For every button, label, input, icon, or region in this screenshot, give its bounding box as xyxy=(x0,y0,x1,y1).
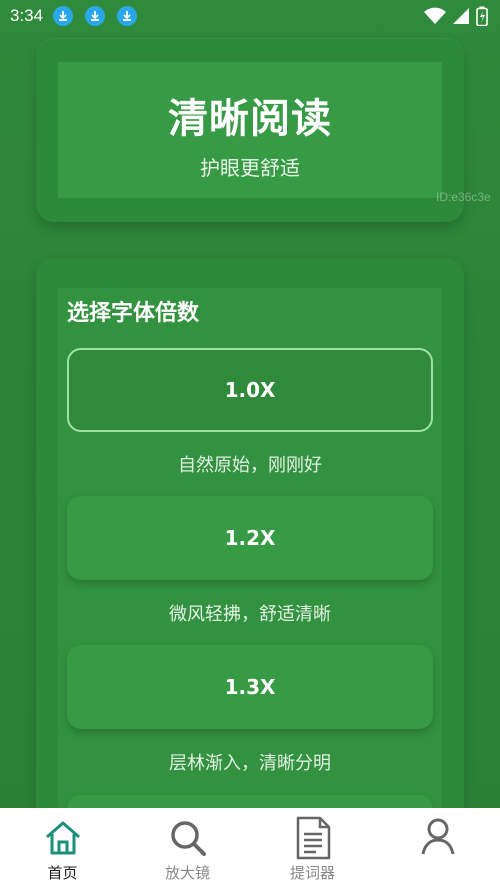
font-scale-option-1-2x[interactable]: 1.2X xyxy=(67,496,433,580)
bottom-nav: 首页 放大镜 提词器 xyxy=(0,808,500,889)
font-scale-option-1-3x[interactable]: 1.3X xyxy=(67,645,433,729)
cellular-signal-icon xyxy=(452,7,470,29)
profile-icon xyxy=(416,816,460,860)
font-scale-option-1-0x[interactable]: 1.0X xyxy=(67,348,433,432)
download-notification-icon xyxy=(117,6,138,26)
battery-icon xyxy=(476,6,488,30)
nav-item-teleprompter[interactable]: 提词器 xyxy=(250,808,375,889)
status-time: 3:34 xyxy=(10,6,44,25)
font-scale-option-description: 层林渐入，清晰分明 xyxy=(169,753,331,774)
status-indicators xyxy=(424,6,488,30)
watermark-id: ID:e36c3e xyxy=(436,190,491,204)
wifi-icon xyxy=(424,7,446,29)
nav-item-magnifier[interactable]: 放大镜 xyxy=(125,808,250,889)
nav-label-magnifier: 放大镜 xyxy=(164,864,210,882)
status-bar: 3:34 xyxy=(0,0,500,32)
font-scale-option-description: 自然原始，刚刚好 xyxy=(178,455,322,476)
nav-item-profile[interactable] xyxy=(375,808,500,889)
document-icon xyxy=(291,816,335,860)
font-scale-heading: 选择字体倍数 xyxy=(67,301,200,326)
download-notification-icon xyxy=(53,6,74,26)
home-icon xyxy=(41,816,85,860)
nav-label-teleprompter: 提词器 xyxy=(289,864,335,882)
nav-label-home: 首页 xyxy=(47,864,78,882)
page-subtitle: 护眼更舒适 xyxy=(200,156,300,180)
font-scale-option-description: 微风轻拂，舒适清晰 xyxy=(169,604,331,625)
download-notification-icon xyxy=(85,6,106,26)
nav-item-home[interactable]: 首页 xyxy=(0,808,125,889)
magnifier-icon xyxy=(166,816,210,860)
page-title: 清晰阅读 xyxy=(168,96,332,142)
